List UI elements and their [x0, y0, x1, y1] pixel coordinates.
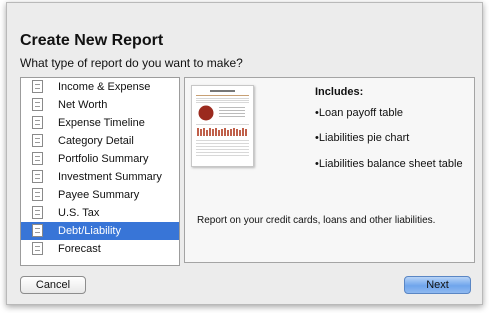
report-type-label: Portfolio Summary: [58, 153, 149, 165]
report-type-list[interactable]: Income & Expense Net Worth Expense Timel…: [20, 77, 180, 266]
report-type-label: U.S. Tax: [58, 207, 100, 219]
table-report-icon: [32, 242, 43, 255]
report-type-item-selected[interactable]: Debt/Liability: [21, 222, 179, 240]
report-type-label: Expense Timeline: [58, 117, 145, 129]
report-type-item[interactable]: Net Worth: [21, 96, 179, 114]
dialog-title: Create New Report: [20, 32, 164, 49]
report-type-item[interactable]: Investment Summary: [21, 168, 179, 186]
line-report-icon: [32, 152, 43, 165]
report-description: Report on your credit cards, loans and o…: [197, 215, 436, 226]
table-report-icon: [32, 206, 43, 219]
dialog-subtitle: What type of report do you want to make?: [20, 56, 243, 70]
table-report-icon: [32, 134, 43, 147]
report-thumbnail-graphic: [196, 90, 249, 156]
table-report-icon: [32, 188, 43, 201]
next-button[interactable]: Next: [404, 276, 471, 294]
report-type-item[interactable]: U.S. Tax: [21, 204, 179, 222]
report-type-item[interactable]: Payee Summary: [21, 186, 179, 204]
report-type-item[interactable]: Income & Expense: [21, 78, 179, 96]
pie-report-icon: [32, 98, 43, 111]
includes-heading: Includes:: [315, 86, 364, 98]
report-preview-panel: Includes: •Loan payoff table •Liabilitie…: [184, 77, 475, 263]
create-report-dialog: Create New Report What type of report do…: [6, 2, 483, 305]
report-type-label: Debt/Liability: [58, 225, 121, 237]
report-type-label: Payee Summary: [58, 189, 140, 201]
report-type-label: Net Worth: [58, 99, 108, 111]
report-type-item[interactable]: Forecast: [21, 240, 179, 258]
report-type-item[interactable]: Portfolio Summary: [21, 150, 179, 168]
report-type-label: Forecast: [58, 243, 101, 255]
report-type-label: Investment Summary: [58, 171, 162, 183]
report-type-item[interactable]: Category Detail: [21, 132, 179, 150]
line-report-icon: [32, 170, 43, 183]
report-type-label: Category Detail: [58, 135, 134, 147]
includes-item: •Liabilities pie chart: [315, 132, 410, 144]
includes-item: •Loan payoff table: [315, 107, 404, 119]
pie-report-icon: [32, 80, 43, 93]
table-report-icon: [32, 224, 43, 237]
report-thumbnail: [191, 85, 254, 167]
table-report-icon: [32, 116, 43, 129]
report-type-item[interactable]: Expense Timeline: [21, 114, 179, 132]
cancel-button[interactable]: Cancel: [20, 276, 86, 294]
includes-item: •Liabilities balance sheet table: [315, 158, 463, 170]
report-type-label: Income & Expense: [58, 81, 151, 93]
